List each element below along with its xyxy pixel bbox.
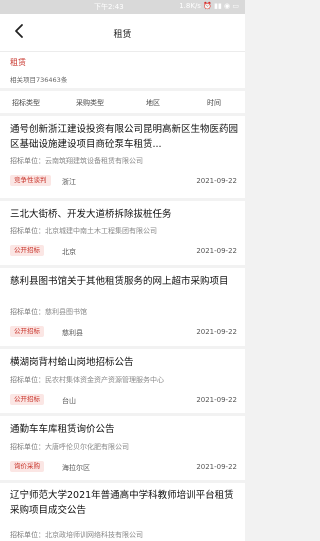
search-summary: 租赁 相关项目736463条 <box>0 52 245 88</box>
status-icons: 1.8K/s ⏰ ▮▮ ◉ ▭ <box>179 2 239 10</box>
item-title: 辽宁师范大学2021年普通高中学科教师培训平台租赁采购项目成交公告 <box>10 490 234 516</box>
nav-bar: 租赁 <box>0 14 245 52</box>
item-unit: 招标单位：北京城建中南土木工程集团有限公司 <box>10 227 157 235</box>
status-badge: 竞争性谈判 <box>10 175 51 186</box>
item-title: 三北大街桥、开发大道桥拆除拔桩任务 <box>10 209 172 220</box>
list-item[interactable]: 辽宁师范大学2021年普通高中学科教师培训平台租赁采购项目成交公告 招标单位：北… <box>0 483 245 541</box>
item-region: 浙江 <box>62 178 76 186</box>
status-bar: 下午2:43 1.8K/s ⏰ ▮▮ ◉ ▭ <box>0 0 245 14</box>
list-item[interactable]: 慈利县图书馆关于其他租赁服务的网上超市采购项目 招标单位：慈利县图书馆 公开招标… <box>0 268 245 346</box>
item-unit: 招标单位：民农村集体资金资产资源管理服务中心 <box>10 376 164 384</box>
status-badge: 询价采购 <box>10 461 44 472</box>
item-region: 台山 <box>62 397 76 405</box>
item-title: 通勤车车库租赁询价公告 <box>10 424 115 435</box>
result-count: 相关项目736463条 <box>10 76 68 84</box>
status-badge: 公开招标 <box>10 245 44 256</box>
search-keyword[interactable]: 租赁 <box>10 57 26 68</box>
item-region: 慈利县 <box>62 329 83 337</box>
list-item[interactable]: 三北大街桥、开发大道桥拆除拔桩任务 招标单位：北京城建中南土木工程集团有限公司 … <box>0 201 245 265</box>
item-date: 2021-09-22 <box>196 177 237 185</box>
filter-time[interactable]: 时间 <box>207 98 221 108</box>
status-badge: 公开招标 <box>10 394 44 405</box>
list-item[interactable]: 通号创新浙江建设投资有限公司昆明高新区生物医药园区基础设施建设项目商砼泵车租赁.… <box>0 116 245 198</box>
filter-bar: 招标类型 采购类型 地区 时间 <box>0 91 245 113</box>
item-title: 通号创新浙江建设投资有限公司昆明高新区生物医药园区基础设施建设项目商砼泵车租赁.… <box>10 124 239 150</box>
item-region: 海拉尔区 <box>62 464 90 472</box>
item-unit: 招标单位：慈利县图书馆 <box>10 308 87 316</box>
filter-region[interactable]: 地区 <box>146 98 160 108</box>
status-badge: 公开招标 <box>10 326 44 337</box>
item-unit: 招标单位：北京政培师训网络科技有限公司 <box>10 531 143 539</box>
item-date: 2021-09-22 <box>196 463 237 471</box>
list-item[interactable]: 横湖岗背村蛤山岗地招标公告 招标单位：民农村集体资金资产资源管理服务中心 公开招… <box>0 349 245 413</box>
filter-bid-type[interactable]: 招标类型 <box>12 98 40 108</box>
status-time: 下午2:43 <box>94 3 124 11</box>
item-unit: 招标单位：大唐呼伦贝尔化肥有限公司 <box>10 443 129 451</box>
item-date: 2021-09-22 <box>196 328 237 336</box>
item-title: 横湖岗背村蛤山岗地招标公告 <box>10 357 134 368</box>
filter-purchase-type[interactable]: 采购类型 <box>76 98 104 108</box>
list-item[interactable]: 通勤车车库租赁询价公告 招标单位：大唐呼伦贝尔化肥有限公司 询价采购 海拉尔区 … <box>0 416 245 480</box>
item-region: 北京 <box>62 248 76 256</box>
item-date: 2021-09-22 <box>196 396 237 404</box>
item-unit: 招标单位：云南筑翔建筑设备租赁有限公司 <box>10 157 143 165</box>
item-date: 2021-09-22 <box>196 247 237 255</box>
item-title: 慈利县图书馆关于其他租赁服务的网上超市采购项目 <box>10 276 229 287</box>
page-title: 租赁 <box>113 30 132 40</box>
